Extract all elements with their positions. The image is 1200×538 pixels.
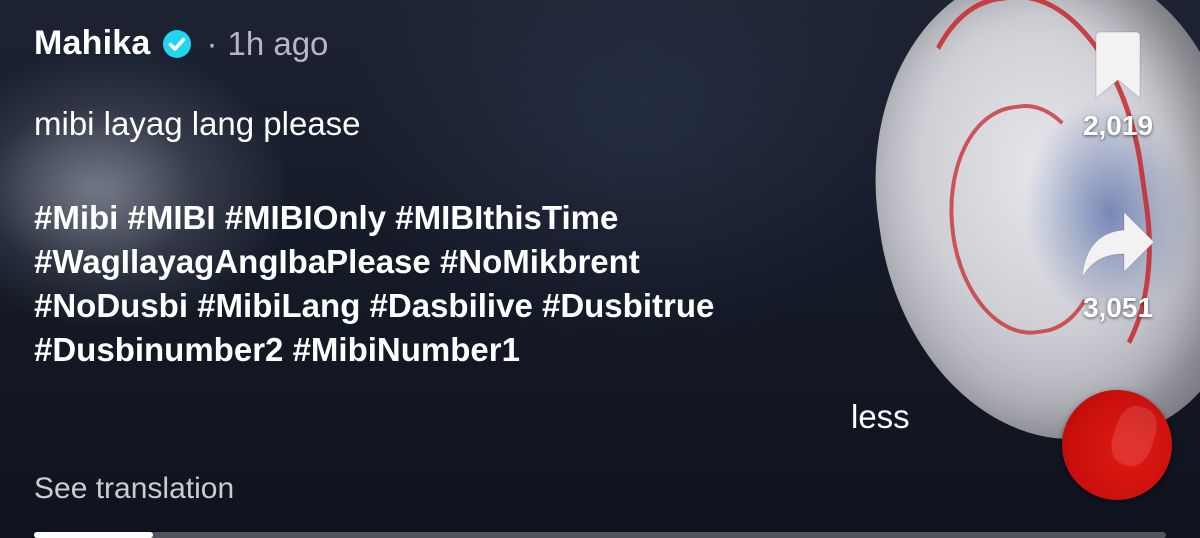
post-caption: mibi layag lang please (34, 105, 361, 142)
hashtag-link[interactable]: #Dasbilive (370, 287, 533, 324)
hashtag-link[interactable]: #MIBIOnly (225, 199, 386, 236)
video-progress-fill (34, 532, 153, 538)
post-header: Mahika · 1h ago (34, 24, 328, 63)
bookmark-icon (1095, 31, 1141, 100)
less-button[interactable]: less (851, 398, 910, 436)
username[interactable]: Mahika (34, 24, 150, 63)
hashtag-line: #Mibi #MIBI #MIBIOnly #MIBIthisTime (34, 196, 974, 240)
hashtag-link[interactable]: #Mibi (34, 199, 118, 236)
bookmark-button[interactable]: 2,019 (1068, 30, 1168, 142)
video-player[interactable]: Mahika · 1h ago mibi layag lang please #… (0, 0, 1200, 538)
separator-dot: · (206, 24, 218, 62)
share-button[interactable]: 3,051 (1068, 208, 1168, 324)
post-time: 1h ago (227, 24, 329, 62)
hashtag-list: #Mibi #MIBI #MIBIOnly #MIBIthisTime #WagI… (34, 196, 974, 372)
hashtag-link[interactable]: #MIBIthisTime (395, 199, 618, 236)
hashtag-link[interactable]: #Dusbitrue (542, 287, 714, 324)
hashtag-link[interactable]: #Dusbinumber2 (34, 331, 283, 368)
see-translation-link[interactable]: See translation (34, 472, 234, 506)
share-count: 3,051 (1082, 292, 1154, 323)
hashtag-line: #WagIlayagAngIbaPlease #NoMikbrent (34, 240, 974, 284)
hashtag-line: #NoDusbi #MibiLang #Dasbilive #Dusbitrue (34, 284, 974, 328)
hashtag-link[interactable]: #NoDusbi (34, 287, 188, 324)
hashtag-link[interactable]: #NoMikbrent (440, 243, 640, 280)
bookmark-count: 2,019 (1082, 110, 1154, 141)
sound-disc-icon[interactable] (1062, 390, 1172, 500)
hashtag-link[interactable]: #MibiNumber1 (293, 331, 520, 368)
hashtag-link[interactable]: #MIBI (128, 199, 216, 236)
video-progress-bar[interactable] (34, 532, 1166, 538)
hashtag-link[interactable]: #WagIlayagAngIbaPlease (34, 243, 431, 280)
share-icon (1081, 211, 1155, 279)
verified-badge-icon (160, 27, 194, 61)
hashtag-link[interactable]: #MibiLang (197, 287, 360, 324)
hashtag-line: #Dusbinumber2 #MibiNumber1 (34, 328, 974, 372)
